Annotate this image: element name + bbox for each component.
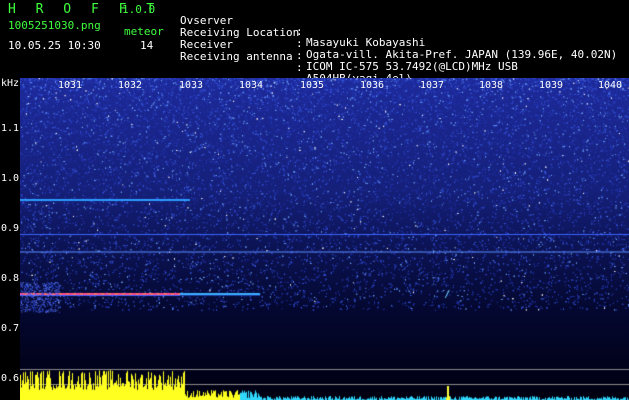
info-value: ICOM IC-575 53.7492(@LCD)MHz USB	[306, 60, 518, 73]
x-tick-label: 1039	[539, 80, 564, 91]
meteor-count: 14	[140, 39, 154, 52]
y-tick-label: 0.7	[1, 323, 20, 334]
x-tick-label: 1034	[239, 80, 264, 91]
info-colon: :	[296, 61, 303, 74]
date-time: 10.05.25 10:30	[8, 39, 101, 52]
x-tick-label: 1031	[58, 80, 83, 91]
meteor-label: meteor	[124, 25, 164, 38]
x-tick-label: 1032	[118, 80, 143, 91]
x-tick-label: 1040	[598, 80, 623, 91]
x-tick-label: 1035	[300, 80, 325, 91]
y-tick-label: 1.0	[1, 173, 20, 184]
info-colon: :	[296, 37, 303, 50]
file-name: 1005251030.png	[8, 19, 101, 32]
app-version: 1.0.0	[122, 3, 156, 16]
spectrogram-plot: kHz 1.1 1.0 0.9 0.8 0.7 0.6 1031 1032 10…	[0, 78, 629, 400]
info-value: Masayuki Kobayashi	[306, 36, 426, 49]
y-tick-label: 0.8	[1, 273, 20, 284]
spectrogram-canvas	[20, 78, 629, 400]
x-tick-label: 1033	[179, 80, 204, 91]
y-tick-label: 1.1	[1, 123, 20, 134]
x-tick-label: 1037	[420, 80, 445, 91]
x-tick-label: 1038	[479, 80, 504, 91]
axis-unit-label: kHz	[1, 78, 20, 89]
info-value: Ogata-vill. Akita-Pref. JAPAN (139.96E, …	[306, 48, 618, 61]
y-tick-label: 0.6	[1, 373, 20, 384]
info-colon: :	[296, 49, 303, 62]
header-panel: H R O F F T 1.0.0 1005251030.png meteor …	[0, 0, 629, 84]
info-key: Receiving antenna	[180, 50, 293, 63]
x-tick-label: 1036	[360, 80, 385, 91]
y-tick-label: 0.9	[1, 223, 20, 234]
frequency-axis: kHz 1.1 1.0 0.9 0.8 0.7 0.6	[0, 78, 20, 400]
